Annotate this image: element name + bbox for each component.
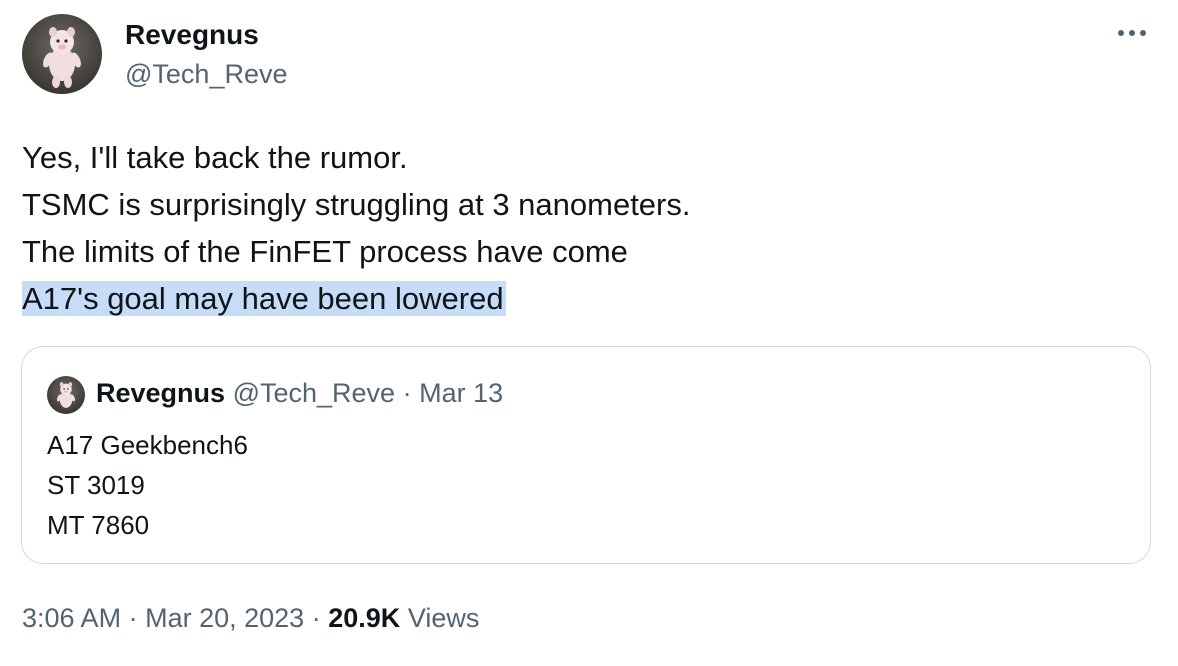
more-horizontal-icon[interactable] [1112, 18, 1152, 48]
pig-figure-avatar-icon [43, 27, 81, 88]
quoted-tweet-text-line: MT 7860 [47, 510, 150, 540]
tweet-text-line: Yes, I'll take back the rumor. [22, 140, 408, 175]
tweet: Revegnus @Tech_Reve Yes, I'll take back … [0, 0, 1178, 666]
quoted-tweet-header: Revegnus @Tech_Reve · Mar 13 [96, 375, 503, 411]
quoted-author-avatar[interactable] [47, 376, 85, 414]
views-label: Views [407, 603, 480, 633]
pig-figure-avatar-icon [56, 382, 76, 408]
tweet-text-line: TSMC is surprisingly struggling at 3 nan… [22, 187, 691, 222]
quoted-tweet-text-line: ST 3019 [47, 470, 145, 500]
tweet-date[interactable]: Mar 20, 2023 [145, 603, 304, 633]
meta-separator: · [311, 603, 321, 633]
quoted-tweet-text-line: A17 Geekbench6 [47, 430, 248, 460]
tweet-footer: 3:06 AM · Mar 20, 2023 · 20.9K Views [22, 600, 479, 636]
tweet-text-line: The limits of the FinFET process have co… [22, 234, 628, 269]
quoted-tweet-text: A17 Geekbench6 ST 3019 MT 7860 [47, 425, 248, 545]
meta-separator: · [128, 603, 138, 633]
quoted-tweet[interactable]: Revegnus @Tech_Reve · Mar 13 A17 Geekben… [21, 346, 1151, 564]
quoted-author-handle[interactable]: @Tech_Reve [233, 378, 396, 408]
views-count: 20.9K [328, 603, 401, 633]
tweet-text: Yes, I'll take back the rumor. TSMC is s… [22, 134, 690, 322]
tweet-time[interactable]: 3:06 AM [22, 603, 121, 633]
tweet-text-line-highlighted: A17's goal may have been lowered [22, 281, 506, 316]
author-display-name[interactable]: Revegnus [125, 17, 259, 53]
quoted-tweet-date[interactable]: Mar 13 [419, 378, 503, 408]
author-handle[interactable]: @Tech_Reve [125, 56, 288, 92]
quoted-author-name[interactable]: Revegnus [96, 378, 225, 408]
author-avatar[interactable] [22, 14, 102, 94]
meta-separator: · [402, 378, 412, 408]
